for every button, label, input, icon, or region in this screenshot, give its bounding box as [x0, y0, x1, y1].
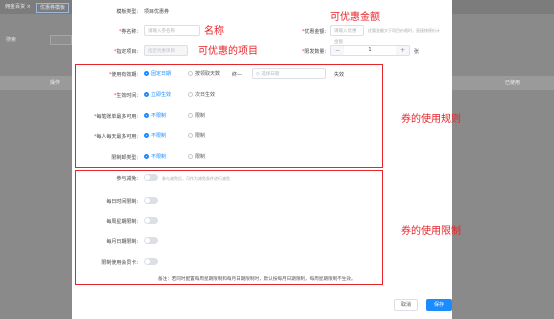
- limit-quantity-stepper[interactable]: − 1 +: [330, 45, 410, 56]
- background-filter-input[interactable]: [50, 35, 72, 45]
- background-col-actions: 操作: [50, 80, 61, 86]
- rules-highlight-box: [75, 64, 383, 168]
- coupon-type-label: 模板类型:: [116, 9, 138, 15]
- limit-quantity-label: *限发数量:: [301, 49, 326, 55]
- assigned-item-label: *指定项目:: [113, 49, 138, 55]
- annotation-rules: 券的使用规则: [401, 114, 461, 125]
- limit-quantity-unit: 张: [414, 49, 420, 55]
- background-col-used: 已使用: [505, 80, 521, 86]
- annotation-limits: 券的使用限制: [401, 226, 461, 237]
- annotation-amount: 可优惠金额: [330, 12, 380, 23]
- limit-quantity-value[interactable]: 1: [344, 46, 396, 55]
- minus-icon[interactable]: −: [331, 46, 344, 55]
- annotation-name: 名称: [204, 26, 224, 37]
- coupon-amount-input[interactable]: 请输入优惠金额: [330, 25, 364, 45]
- coupon-name-input[interactable]: 请输入券名称: [144, 25, 200, 36]
- save-button[interactable]: 保存: [426, 299, 452, 311]
- limits-highlight-box: [75, 170, 383, 285]
- coupon-name-label: *券名称:: [118, 29, 138, 35]
- background-tab-active[interactable]: 优惠券模板: [36, 3, 70, 13]
- coupon-amount-hint: 优惠金额大于项目价格时，直接按原价计: [368, 28, 440, 33]
- annotation-items: 可优惠的项目: [198, 46, 258, 57]
- background-tab[interactable]: 佣金百货 ×: [2, 3, 34, 11]
- coupon-type-value: 项目优惠券: [144, 9, 170, 15]
- plus-icon[interactable]: +: [396, 46, 409, 55]
- coupon-amount-label: *优惠金额:: [301, 29, 326, 35]
- cancel-button[interactable]: 取消: [394, 299, 418, 311]
- assigned-item-input[interactable]: 指定优惠项目: [144, 45, 188, 56]
